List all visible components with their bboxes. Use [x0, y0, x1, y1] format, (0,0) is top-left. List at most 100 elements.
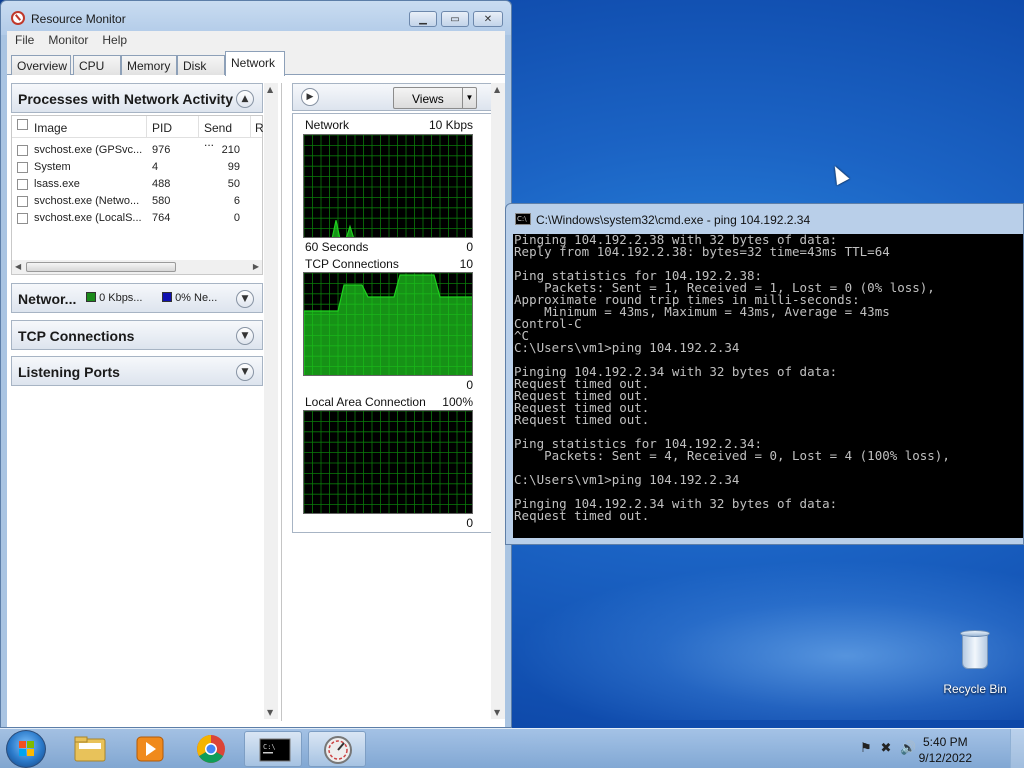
recycle-bin-shortcut[interactable]: Recycle Bin: [940, 628, 1010, 700]
row-image: svchost.exe (LocalS...: [34, 212, 142, 224]
lan-graph-title: Local Area Connection: [305, 395, 426, 409]
console-line: Request timed out.: [514, 509, 650, 523]
network-section-header[interactable]: Networ... 0 Kbps... 0% Ne... ▼: [11, 283, 263, 313]
views-button[interactable]: Views ▼: [393, 87, 477, 109]
clock[interactable]: 5:40 PM 9/12/2022: [919, 734, 972, 766]
table-header: Image PID Send ... R: [12, 116, 264, 149]
listening-section-title: Listening Ports: [18, 364, 120, 380]
select-all-checkbox[interactable]: [17, 119, 28, 130]
scroll-thumb[interactable]: [26, 262, 176, 272]
left-pane-scrollbar[interactable]: ▲ ▼: [264, 83, 278, 719]
expand-right-icon[interactable]: ▶: [301, 88, 319, 106]
network-kbps-legend: 0 Kbps...: [86, 292, 142, 304]
processes-section-header[interactable]: Processes with Network Activity ▲: [11, 83, 263, 113]
network-error-icon[interactable]: ✖: [878, 741, 894, 757]
media-player-taskbar-button[interactable]: [120, 731, 178, 767]
tab-network[interactable]: Network: [225, 51, 285, 76]
left-pane: Processes with Network Activity ▲ Image …: [11, 83, 264, 721]
graphs-pane-scrollbar[interactable]: ▲ ▼: [491, 83, 505, 719]
network-percent-legend: 0% Ne...: [162, 292, 217, 304]
resource-monitor-taskbar-button[interactable]: [308, 731, 366, 767]
table-row[interactable]: svchost.exe (LocalS... 764 0: [12, 210, 262, 227]
scroll-up-icon[interactable]: ▲: [267, 85, 273, 94]
lan-graph-min: 0: [466, 516, 473, 530]
console-line: Control-C: [514, 317, 582, 331]
console-line: C:\Users\vm1>ping 104.192.2.34: [514, 473, 740, 487]
row-pid: 580: [152, 195, 171, 207]
volume-icon[interactable]: 🔊: [900, 741, 916, 757]
row-send: 99: [227, 161, 240, 173]
expand-down-icon[interactable]: ▼: [236, 290, 254, 308]
listening-section-header[interactable]: Listening Ports ▼: [11, 356, 263, 386]
table-row[interactable]: svchost.exe (GPSvc... 976 210: [12, 142, 262, 159]
collapse-up-icon[interactable]: ▲: [236, 90, 254, 108]
tab-memory[interactable]: Memory: [121, 55, 177, 75]
scroll-up-icon[interactable]: ▲: [494, 85, 500, 94]
column-pid[interactable]: PID: [152, 121, 172, 135]
network-graph-xlabel: 60 Seconds: [305, 240, 369, 254]
horizontal-scrollbar[interactable]: ◀ ▶: [12, 260, 262, 274]
show-desktop-button[interactable]: [1010, 729, 1024, 768]
row-checkbox[interactable]: [17, 196, 28, 207]
scroll-down-icon[interactable]: ▼: [267, 708, 273, 717]
graphs-pane: ▶ Views ▼ Network 10 Kbps 60 Seconds 0 T…: [281, 83, 503, 721]
expand-down-icon[interactable]: ▼: [236, 363, 254, 381]
tab-strip: Overview CPU Memory Disk Network: [7, 49, 505, 76]
resource-monitor-titlebar[interactable]: Resource Monitor ▁ ▭ ✕: [1, 1, 511, 35]
column-image[interactable]: Image: [34, 121, 146, 135]
start-button[interactable]: [6, 730, 46, 768]
scroll-left-icon[interactable]: ◀: [15, 262, 21, 271]
green-legend-swatch: [86, 292, 96, 302]
action-center-flag-icon[interactable]: ⚑: [858, 741, 874, 757]
tcp-graph-min: 0: [466, 378, 473, 392]
scroll-down-icon[interactable]: ▼: [494, 708, 500, 717]
network-activity-area: [331, 220, 354, 237]
chrome-taskbar-button[interactable]: [182, 731, 240, 767]
maximize-button[interactable]: ▭: [441, 11, 469, 27]
console-line: Request timed out.: [514, 413, 650, 427]
recycle-bin-label: Recycle Bin: [943, 682, 1007, 696]
tab-disk[interactable]: Disk: [177, 55, 225, 75]
explorer-taskbar-button[interactable]: [60, 731, 118, 767]
lan-graph-plot: [304, 411, 472, 513]
tcp-graph: [303, 272, 473, 376]
table-row[interactable]: System 4 99: [12, 159, 262, 176]
folder-icon: [74, 736, 106, 762]
process-table: Image PID Send ... R svchost.exe (GPSvc.…: [11, 115, 264, 275]
row-image: lsass.exe: [34, 178, 80, 190]
tcp-section-title: TCP Connections: [18, 328, 135, 344]
minimize-button[interactable]: ▁: [409, 11, 437, 27]
console-line: Reply from 104.192.2.38: bytes=32 time=4…: [514, 245, 890, 259]
menu-file[interactable]: File: [15, 33, 34, 47]
tcp-section-header[interactable]: TCP Connections ▼: [11, 320, 263, 350]
row-checkbox[interactable]: [17, 145, 28, 156]
dropdown-arrow-icon[interactable]: ▼: [462, 88, 476, 108]
network-graph-plot: [304, 135, 472, 237]
media-player-icon: [136, 736, 164, 762]
row-checkbox[interactable]: [17, 213, 28, 224]
menu-monitor[interactable]: Monitor: [48, 33, 88, 47]
cmd-taskbar-button[interactable]: C:\: [244, 731, 302, 767]
row-pid: 976: [152, 144, 171, 156]
menu-bar: File Monitor Help: [7, 31, 505, 49]
network-percent-value: 0% Ne...: [175, 292, 218, 304]
tcp-graph-max: 10: [459, 257, 473, 271]
table-row[interactable]: lsass.exe 488 50: [12, 176, 262, 193]
row-image: System: [34, 161, 71, 173]
menu-help[interactable]: Help: [102, 33, 127, 47]
network-graph: [303, 134, 473, 238]
tcp-graph-plot: [304, 273, 472, 375]
row-checkbox[interactable]: [17, 162, 28, 173]
cmd-console[interactable]: Pinging 104.192.2.38 with 32 bytes of da…: [513, 234, 1023, 538]
expand-down-icon[interactable]: ▼: [236, 327, 254, 345]
tab-overview[interactable]: Overview: [11, 55, 71, 75]
row-checkbox[interactable]: [17, 179, 28, 190]
cmd-titlebar[interactable]: C:\ C:\Windows\system32\cmd.exe - ping 1…: [506, 204, 1023, 228]
column-receive[interactable]: R: [255, 121, 264, 135]
close-button[interactable]: ✕: [473, 11, 503, 27]
scroll-right-icon[interactable]: ▶: [253, 262, 259, 271]
taskbar: C:\ ⚑ ✖ 🔊 5:40 PM 9/12/2022: [0, 728, 1024, 768]
row-pid: 488: [152, 178, 171, 190]
table-row[interactable]: svchost.exe (Netwo... 580 6: [12, 193, 262, 210]
tab-cpu[interactable]: CPU: [73, 55, 121, 75]
